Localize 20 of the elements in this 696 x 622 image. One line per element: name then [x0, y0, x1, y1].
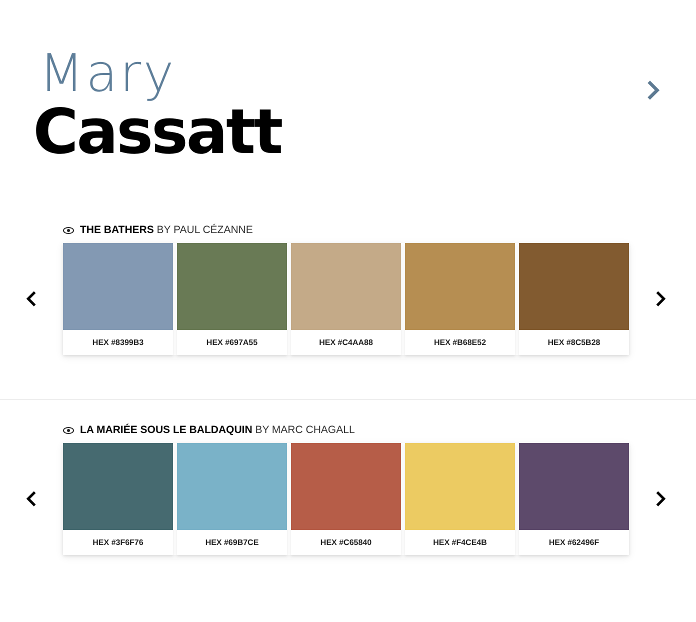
previous-icon[interactable]	[26, 290, 37, 308]
hex-code: HEX #8399B3	[91, 337, 145, 349]
eye-icon	[63, 226, 74, 234]
artist-name: Cassatt	[33, 101, 282, 164]
hex-code: HEX #C4AA88	[318, 337, 374, 349]
hex-code: HEX #B68E52	[432, 337, 488, 349]
hex-code: HEX #3F6F76	[92, 537, 144, 549]
hex-code: HEX #697A55	[205, 337, 259, 349]
next-icon[interactable]	[655, 490, 666, 508]
next-icon[interactable]	[655, 290, 666, 308]
hex-code: HEX #62496F	[548, 537, 600, 549]
script-name: Mary	[39, 46, 176, 102]
previous-icon[interactable]	[26, 490, 37, 508]
painting-caption: THE BATHERS BY PAUL CÉZANNE	[80, 224, 253, 236]
hex-code: HEX #F4CE4B	[432, 537, 488, 549]
painting-caption: LA MARIÉE SOUS LE BALDAQUIN BY MARC CHAGALL	[80, 424, 355, 436]
hex-code: HEX #8C5B28	[546, 337, 602, 349]
eye-icon	[63, 426, 74, 434]
hex-code: HEX #69B7CE	[204, 537, 260, 549]
hex-code: HEX #C65840	[319, 537, 373, 549]
